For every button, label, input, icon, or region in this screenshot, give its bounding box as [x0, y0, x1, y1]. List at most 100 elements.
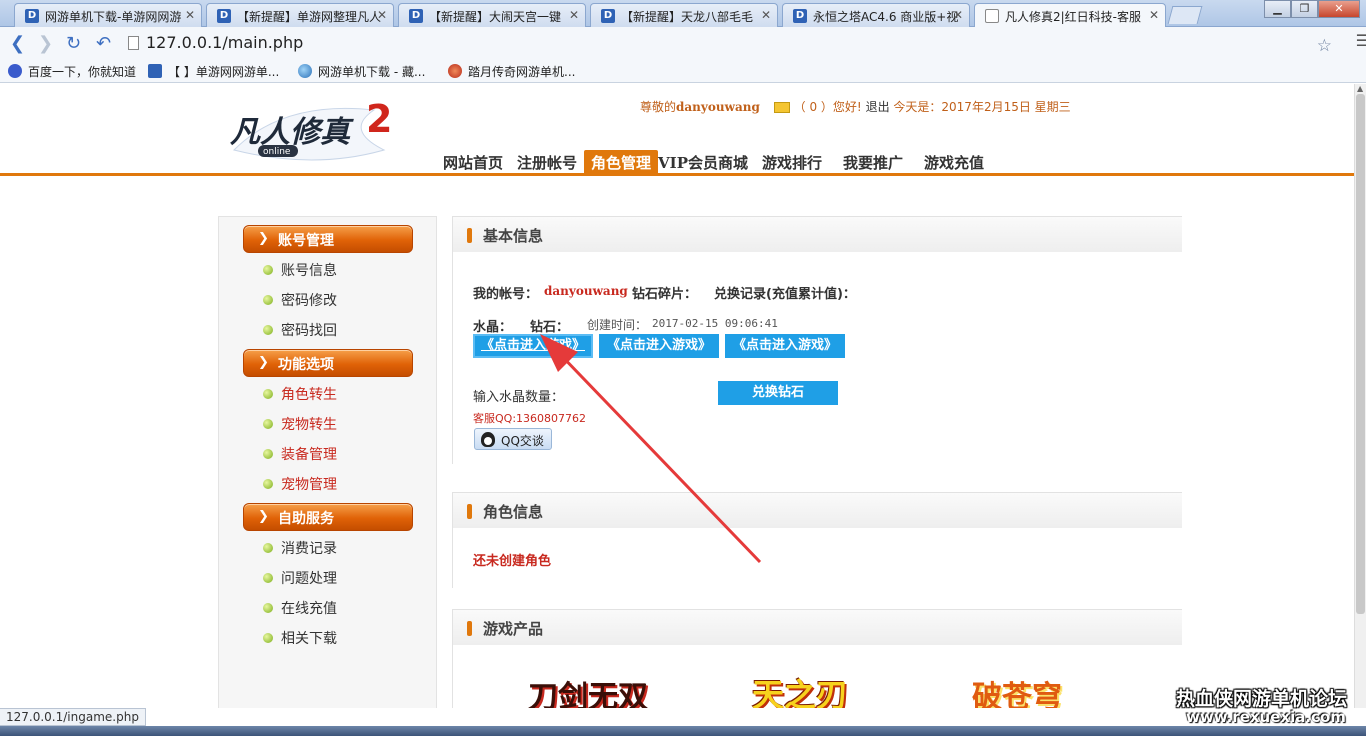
sidebar-item-account-info[interactable]: 账号信息	[263, 260, 337, 280]
game-logo-tianzhiren[interactable]: 天之刃	[752, 670, 848, 708]
site-favicon-icon	[148, 64, 162, 78]
logo-number: 2	[366, 97, 392, 141]
mail-icon[interactable]	[773, 102, 790, 113]
sidebar-item-pet-rebirth[interactable]: 宠物转生	[263, 414, 337, 434]
tab-title: 【新提醒】大闹天宫一键	[429, 10, 562, 24]
nav-ranking[interactable]: 游戏排行	[755, 150, 829, 174]
item-label: 装备管理	[281, 447, 337, 463]
page-scrollbar[interactable]: ▲	[1354, 84, 1366, 708]
status-url: 127.0.0.1/ingame.php	[6, 710, 139, 724]
no-role-message: 还未创建角色	[473, 554, 552, 569]
enter-game-button-1[interactable]: 《点击进入游戏》	[473, 334, 593, 358]
sidebar-section-self-service[interactable]: ❯ 自助服务	[243, 503, 413, 531]
nav-recharge[interactable]: 游戏充值	[910, 150, 991, 174]
account-value: danyouwang	[544, 284, 628, 298]
watermark-title: 热血侠网游单机论坛	[1176, 688, 1348, 710]
nav-promote[interactable]: 我要推广	[829, 150, 910, 174]
scroll-up-icon[interactable]: ▲	[1357, 84, 1363, 93]
close-tab-icon[interactable]: ✕	[761, 8, 771, 22]
section-title: 游戏产品	[483, 620, 544, 638]
item-label: 账号信息	[281, 263, 337, 279]
browser-tab-5[interactable]: D 永恒之塔AC4.6 商业版+视 ✕	[782, 3, 970, 27]
page-favicon-icon	[985, 9, 999, 23]
reload-icon[interactable]: ↻	[66, 33, 81, 54]
sidebar-item-consume-records[interactable]: 消费记录	[263, 538, 337, 558]
back-icon[interactable]: ❮	[10, 33, 25, 54]
nav-home[interactable]: 网站首页	[436, 150, 510, 174]
address-bar: ❮ ❯ ↻ ↶ 127.0.0.1/main.php ☆ ☰	[0, 27, 1366, 59]
site-favicon-icon: D	[409, 9, 423, 23]
logout-link[interactable]: 退出	[866, 100, 890, 114]
section-title: 自助服务	[278, 511, 334, 527]
bookmark-label: 踏月传奇网游单机...	[468, 65, 576, 79]
minimize-icon[interactable]: ▁	[1264, 0, 1291, 18]
role-info-body	[452, 528, 1182, 588]
mail-count: （ 0 ）您好!	[793, 100, 862, 114]
section-marker-icon	[467, 504, 472, 519]
forward-icon[interactable]: ❯	[38, 33, 53, 54]
sidebar-section-functions[interactable]: ❯ 功能选项	[243, 349, 413, 377]
game-logo-pocangqiong[interactable]: 破苍穹	[972, 672, 1062, 708]
bullet-icon	[263, 419, 273, 429]
url-text: 127.0.0.1/main.php	[146, 33, 304, 52]
tab-title: 网游单机下载-单游网网游	[45, 10, 182, 24]
close-window-icon[interactable]: ✕	[1318, 0, 1360, 18]
web-page: 凡人修真 2 online 尊敬的danyouwang （ 0 ）您好! 退出 …	[0, 84, 1354, 708]
close-tab-icon[interactable]: ✕	[953, 8, 963, 22]
new-tab-button[interactable]	[1167, 6, 1203, 24]
tab-title: 凡人修真2|红日科技-客服	[1005, 10, 1142, 24]
close-tab-icon[interactable]: ✕	[377, 8, 387, 22]
account-label: 我的帐号：	[473, 287, 539, 302]
scrollbar-thumb[interactable]	[1356, 94, 1365, 614]
browser-tab-1[interactable]: D 网游单机下载-单游网网游 ✕	[14, 3, 202, 27]
diamond-label: 钻石：	[530, 320, 570, 335]
bookmark-download[interactable]: 网游单机下载 - 藏...	[298, 63, 425, 80]
sidebar-item-pet-manage[interactable]: 宠物管理	[263, 474, 337, 494]
nav-register[interactable]: 注册帐号	[510, 150, 584, 174]
enter-game-button-2[interactable]: 《点击进入游戏》	[599, 334, 719, 358]
restore-icon[interactable]: ❐	[1291, 0, 1318, 18]
created-time-value: 2017-02-15 09:06:41	[652, 317, 778, 330]
url-input[interactable]: 127.0.0.1/main.php ☆ ☰	[124, 31, 1366, 56]
browser-tab-3[interactable]: D 【新提醒】大闹天宫一键 ✕	[398, 3, 586, 27]
browser-tab-active[interactable]: 凡人修真2|红日科技-客服 ✕	[974, 3, 1166, 28]
item-label: 密码找回	[281, 323, 337, 339]
section-title: 角色信息	[483, 503, 544, 521]
today-date: 今天是：2017年2月15日 星期三	[893, 100, 1071, 114]
sidebar-item-password-change[interactable]: 密码修改	[263, 290, 337, 310]
sidebar-section-account[interactable]: ❯ 账号管理	[243, 225, 413, 253]
browser-tab-4[interactable]: D 【新提醒】天龙八部毛毛 ✕	[590, 3, 778, 27]
sidebar-item-downloads[interactable]: 相关下载	[263, 628, 337, 648]
qq-chat-button[interactable]: QQ交谈	[474, 428, 552, 450]
bookmark-chuanqi[interactable]: 踏月传奇网游单机...	[448, 63, 575, 80]
bullet-icon	[263, 479, 273, 489]
nav-vip-mall[interactable]: VIP会员商城	[658, 150, 755, 174]
bookmarks-bar: 百度一下，你就知道 【 】单游网网游单... 网游单机下载 - 藏... 踏月传…	[0, 59, 1366, 83]
close-tab-icon[interactable]: ✕	[569, 8, 579, 22]
enter-game-button-3[interactable]: 《点击进入游戏》	[725, 334, 845, 358]
game-logo-daojian[interactable]: 刀剑无双	[528, 672, 648, 708]
menu-icon[interactable]: ☰	[1356, 31, 1366, 50]
sidebar-item-online-recharge[interactable]: 在线充值	[263, 598, 337, 618]
item-label: 密码修改	[281, 293, 337, 309]
close-tab-icon[interactable]: ✕	[1149, 8, 1159, 22]
undo-icon[interactable]: ↶	[96, 33, 111, 54]
sidebar-item-password-recover[interactable]: 密码找回	[263, 320, 337, 340]
nav-role-manage[interactable]: 角色管理	[584, 150, 659, 174]
bookmark-star-icon[interactable]: ☆	[1317, 36, 1332, 56]
bullet-icon	[263, 573, 273, 583]
chevron-right-icon: ❯	[258, 509, 269, 524]
sidebar-item-issues[interactable]: 问题处理	[263, 568, 337, 588]
site-logo[interactable]: 凡人修真 2 online	[224, 90, 404, 170]
site-favicon-icon: D	[217, 9, 231, 23]
sidebar-item-equipment[interactable]: 装备管理	[263, 444, 337, 464]
exchange-diamond-button[interactable]: 兑换钻石	[718, 381, 838, 405]
crystal-label: 水晶：	[473, 320, 513, 335]
section-title: 基本信息	[483, 227, 544, 245]
browser-tab-2[interactable]: D 【新提醒】单游网整理凡人 ✕	[206, 3, 394, 27]
sidebar-item-role-rebirth[interactable]: 角色转生	[263, 384, 337, 404]
bookmark-baidu[interactable]: 百度一下，你就知道	[8, 63, 136, 80]
bookmark-danyou[interactable]: 【 】单游网网游单...	[148, 63, 279, 80]
bullet-icon	[263, 449, 273, 459]
close-tab-icon[interactable]: ✕	[185, 8, 195, 22]
